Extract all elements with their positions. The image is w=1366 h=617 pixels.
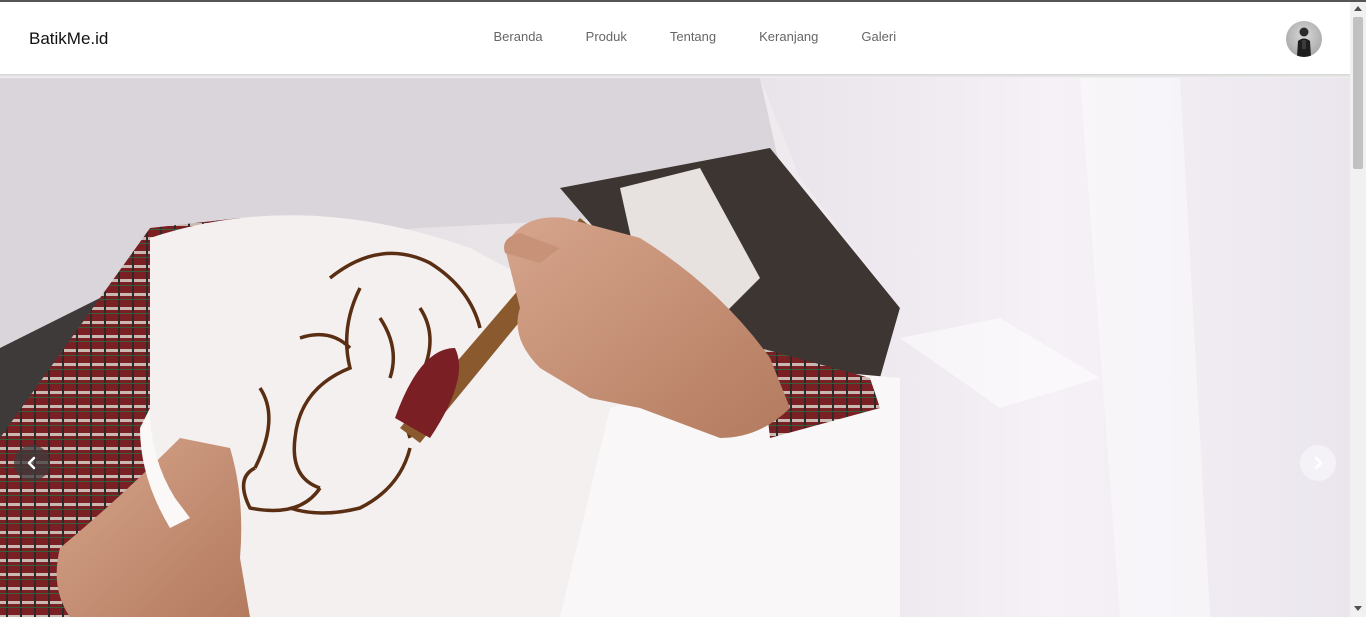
navbar: BatikMe.id Beranda Produk Tentang Keranj… [0, 2, 1350, 74]
carousel-prev-button[interactable] [14, 445, 50, 481]
page-scrollbar[interactable] [1350, 2, 1366, 617]
hero-carousel [0, 78, 1350, 617]
main-menu: Beranda Produk Tentang Keranjang Galeri [472, 29, 918, 44]
nav-item-produk[interactable]: Produk [564, 29, 648, 44]
nav-item-galeri[interactable]: Galeri [840, 29, 918, 44]
scrollbar-thumb[interactable] [1353, 17, 1363, 169]
person-icon [1297, 27, 1311, 57]
brand-logo[interactable]: BatikMe.id [29, 29, 108, 49]
scroll-up-icon[interactable] [1354, 6, 1362, 11]
hero-image [0, 78, 1350, 617]
nav-item-keranjang[interactable]: Keranjang [738, 29, 840, 44]
nav-item-tentang[interactable]: Tentang [648, 29, 737, 44]
scroll-down-icon[interactable] [1354, 606, 1362, 611]
chevron-right-icon [1314, 456, 1323, 470]
nav-item-beranda[interactable]: Beranda [472, 29, 564, 44]
chevron-left-icon [27, 456, 36, 470]
user-avatar[interactable] [1286, 21, 1322, 57]
carousel-next-button[interactable] [1300, 445, 1336, 481]
